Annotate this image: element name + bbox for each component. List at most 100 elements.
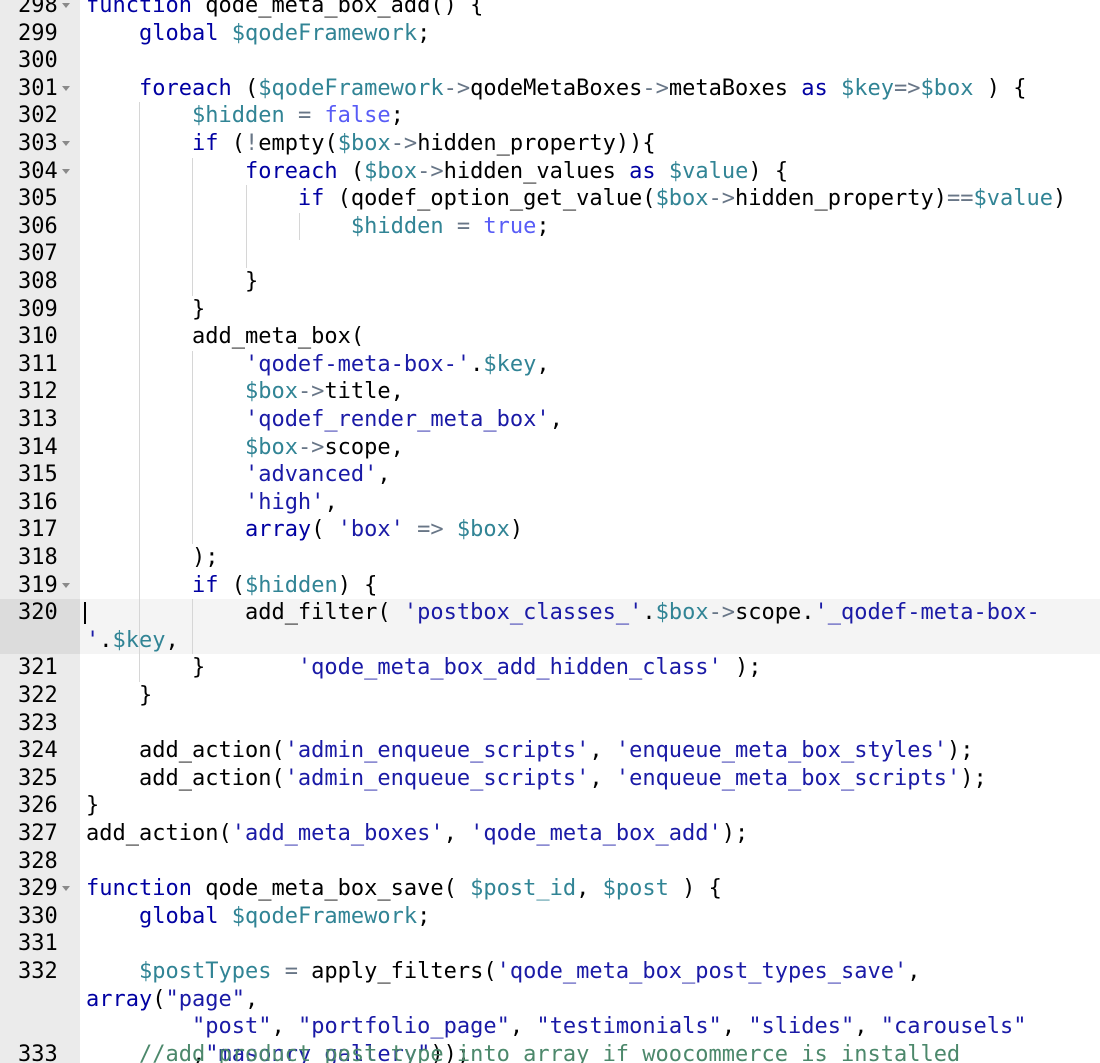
code-editor[interactable]: 298 function qode_meta_box_add() {299 glo… bbox=[0, 0, 1100, 1063]
code-text[interactable]: add_action('add_meta_boxes', 'qode_meta_… bbox=[86, 820, 1088, 848]
code-text[interactable]: } bbox=[86, 296, 1088, 324]
code-token: ); bbox=[86, 545, 219, 570]
code-line-300[interactable]: 300 bbox=[0, 47, 1100, 75]
code-line-298[interactable]: 298 function qode_meta_box_add() { bbox=[0, 0, 1100, 20]
code-line-326[interactable]: 326} bbox=[0, 792, 1100, 820]
code-line-318[interactable]: 318 ); bbox=[0, 544, 1100, 572]
code-token: 'enqueue_meta_box_scripts' bbox=[615, 765, 961, 791]
code-line-323[interactable]: 323 bbox=[0, 710, 1100, 738]
code-text[interactable]: 'qodef-meta-box-'.$key, bbox=[86, 351, 1088, 379]
code-text[interactable]: function qode_meta_box_save( $post_id, $… bbox=[86, 875, 1088, 903]
code-line-314[interactable]: 314 $box->scope, bbox=[0, 433, 1100, 462]
code-line-301[interactable]: 301 foreach ($qodeFramework->qodeMetaBox… bbox=[0, 75, 1100, 103]
line-number: 321 bbox=[18, 655, 58, 681]
code-line-324[interactable]: 324 add_action('admin_enqueue_scripts', … bbox=[0, 737, 1100, 765]
code-content: ); bbox=[80, 544, 1100, 572]
code-line-305[interactable]: 305 if (qodef_option_get_value($box->hid… bbox=[0, 185, 1100, 213]
code-text[interactable]: if (qodef_option_get_value($box->hidden_… bbox=[86, 185, 1088, 213]
code-content: 'qodef-meta-box-'.$key, bbox=[80, 350, 1100, 379]
code-line-313[interactable]: 313 'qodef_render_meta_box', bbox=[0, 406, 1100, 434]
code-line-330[interactable]: 330 global $qodeFramework; bbox=[0, 903, 1100, 931]
code-token: 'qodef_render_meta_box' bbox=[244, 407, 550, 432]
code-text[interactable]: } bbox=[86, 268, 1088, 296]
code-text[interactable]: array( 'box' => $box) bbox=[86, 516, 1088, 544]
code-content: $box->title, bbox=[80, 378, 1100, 406]
fold-arrow-icon[interactable] bbox=[62, 141, 70, 146]
code-text[interactable]: $hidden = false; bbox=[86, 102, 1088, 130]
line-number: 302 bbox=[18, 103, 58, 129]
code-line-320[interactable]: 320 add_filter( 'postbox_classes_'.$box-… bbox=[0, 599, 1100, 680]
code-text[interactable]: add_action('admin_enqueue_scripts', 'enq… bbox=[86, 765, 1088, 793]
code-content: 'high', bbox=[80, 488, 1100, 517]
code-line-332[interactable]: 332 $postTypes = apply_filters('qode_met… bbox=[0, 958, 1100, 1063]
code-text[interactable]: function qode_meta_box_add() { bbox=[86, 0, 1088, 20]
code-line-311[interactable]: 311 'qodef-meta-box-'.$key, bbox=[0, 350, 1100, 379]
code-line-310[interactable]: 310 add_meta_box( bbox=[0, 323, 1100, 351]
code-token: $hidden bbox=[350, 213, 444, 239]
code-line-312[interactable]: 312 $box->title, bbox=[0, 378, 1100, 406]
code-token: add_action( bbox=[86, 821, 232, 846]
code-text[interactable]: $hidden = true; bbox=[86, 213, 1088, 241]
code-text[interactable]: add_meta_box( bbox=[86, 323, 1088, 351]
line-number: 318 bbox=[18, 545, 58, 570]
code-text[interactable]: //add product post type into array if wo… bbox=[86, 1041, 1088, 1063]
code-line-325[interactable]: 325 add_action('admin_enqueue_scripts', … bbox=[0, 765, 1100, 793]
code-text[interactable]: foreach ($qodeFramework->qodeMetaBoxes->… bbox=[86, 75, 1088, 103]
code-text[interactable]: } bbox=[86, 654, 1088, 682]
code-text[interactable]: global $qodeFramework; bbox=[86, 903, 1088, 931]
code-text[interactable]: add_action('admin_enqueue_scripts', 'enq… bbox=[86, 737, 1088, 765]
code-text[interactable]: ); bbox=[86, 544, 1088, 572]
code-line-327[interactable]: 327 add_action('add_meta_boxes', 'qode_me… bbox=[0, 820, 1100, 848]
code-text[interactable]: } bbox=[86, 792, 1088, 820]
code-line-319[interactable]: 319 if ($hidden) { bbox=[0, 571, 1100, 600]
code-line-331[interactable]: 331 bbox=[0, 930, 1100, 958]
code-line-308[interactable]: 308 } bbox=[0, 268, 1100, 296]
code-content: } bbox=[80, 792, 1100, 820]
code-token: foreach bbox=[244, 158, 338, 184]
code-text[interactable]: if ($hidden) { bbox=[86, 572, 1088, 600]
code-text[interactable]: global $qodeFramework; bbox=[86, 20, 1088, 48]
code-line-302[interactable]: 302 $hidden = false; bbox=[0, 102, 1100, 130]
code-token: ); bbox=[946, 738, 974, 764]
code-token: 'add_meta_boxes' bbox=[231, 821, 444, 846]
code-line-315[interactable]: 315 'advanced', bbox=[0, 461, 1100, 489]
fold-arrow-icon[interactable] bbox=[62, 886, 70, 892]
code-line-329[interactable]: 329 function qode_meta_box_save( $post_id… bbox=[0, 875, 1100, 903]
code-line-304[interactable]: 304 foreach ($box->hidden_values as $val… bbox=[0, 157, 1100, 186]
code-content: global $qodeFramework; bbox=[80, 903, 1100, 931]
code-line-333[interactable]: 333 //add product post type into array i… bbox=[0, 1041, 1100, 1063]
code-token: global bbox=[138, 20, 219, 46]
code-line-309[interactable]: 309 } bbox=[0, 295, 1100, 324]
code-line-322[interactable]: 322 } bbox=[0, 682, 1100, 710]
code-token: ( bbox=[231, 75, 259, 101]
code-text[interactable]: $box->scope, bbox=[86, 434, 1088, 462]
code-line-299[interactable]: 299 global $qodeFramework; bbox=[0, 20, 1100, 48]
fold-arrow-icon[interactable] bbox=[62, 168, 70, 174]
code-text[interactable]: 'qodef_render_meta_box', bbox=[86, 406, 1088, 434]
code-text[interactable]: if (!empty($box->hidden_property)){ bbox=[86, 130, 1088, 158]
code-line-306[interactable]: 306 $hidden = true; bbox=[0, 212, 1100, 241]
code-line-316[interactable]: 316 'high', bbox=[0, 488, 1100, 517]
code-text[interactable]: } bbox=[86, 682, 1088, 710]
code-token: $value bbox=[668, 158, 749, 184]
code-line-303[interactable]: 303 if (!empty($box->hidden_property)){ bbox=[0, 130, 1100, 158]
fold-arrow-icon[interactable] bbox=[62, 582, 70, 588]
fold-arrow-icon[interactable] bbox=[62, 85, 70, 91]
code-token: $box bbox=[655, 600, 709, 626]
code-line-328[interactable]: 328 bbox=[0, 848, 1100, 876]
code-line-317[interactable]: 317 array( 'box' => $box) bbox=[0, 516, 1100, 544]
code-text[interactable]: 'high', bbox=[86, 489, 1088, 517]
fold-arrow-icon[interactable] bbox=[62, 3, 70, 8]
code-token: array bbox=[244, 517, 312, 543]
code-text[interactable]: 'advanced', bbox=[86, 461, 1088, 489]
code-content: foreach ($box->hidden_values as $value) … bbox=[80, 157, 1100, 186]
code-line-307[interactable]: 307 bbox=[0, 240, 1100, 268]
code-text[interactable]: $box->title, bbox=[86, 378, 1088, 406]
code-text[interactable]: foreach ($box->hidden_values as $value) … bbox=[86, 158, 1088, 186]
code-line-321[interactable]: 321 } bbox=[0, 654, 1100, 682]
code-token: $qodeFramework bbox=[231, 20, 418, 46]
